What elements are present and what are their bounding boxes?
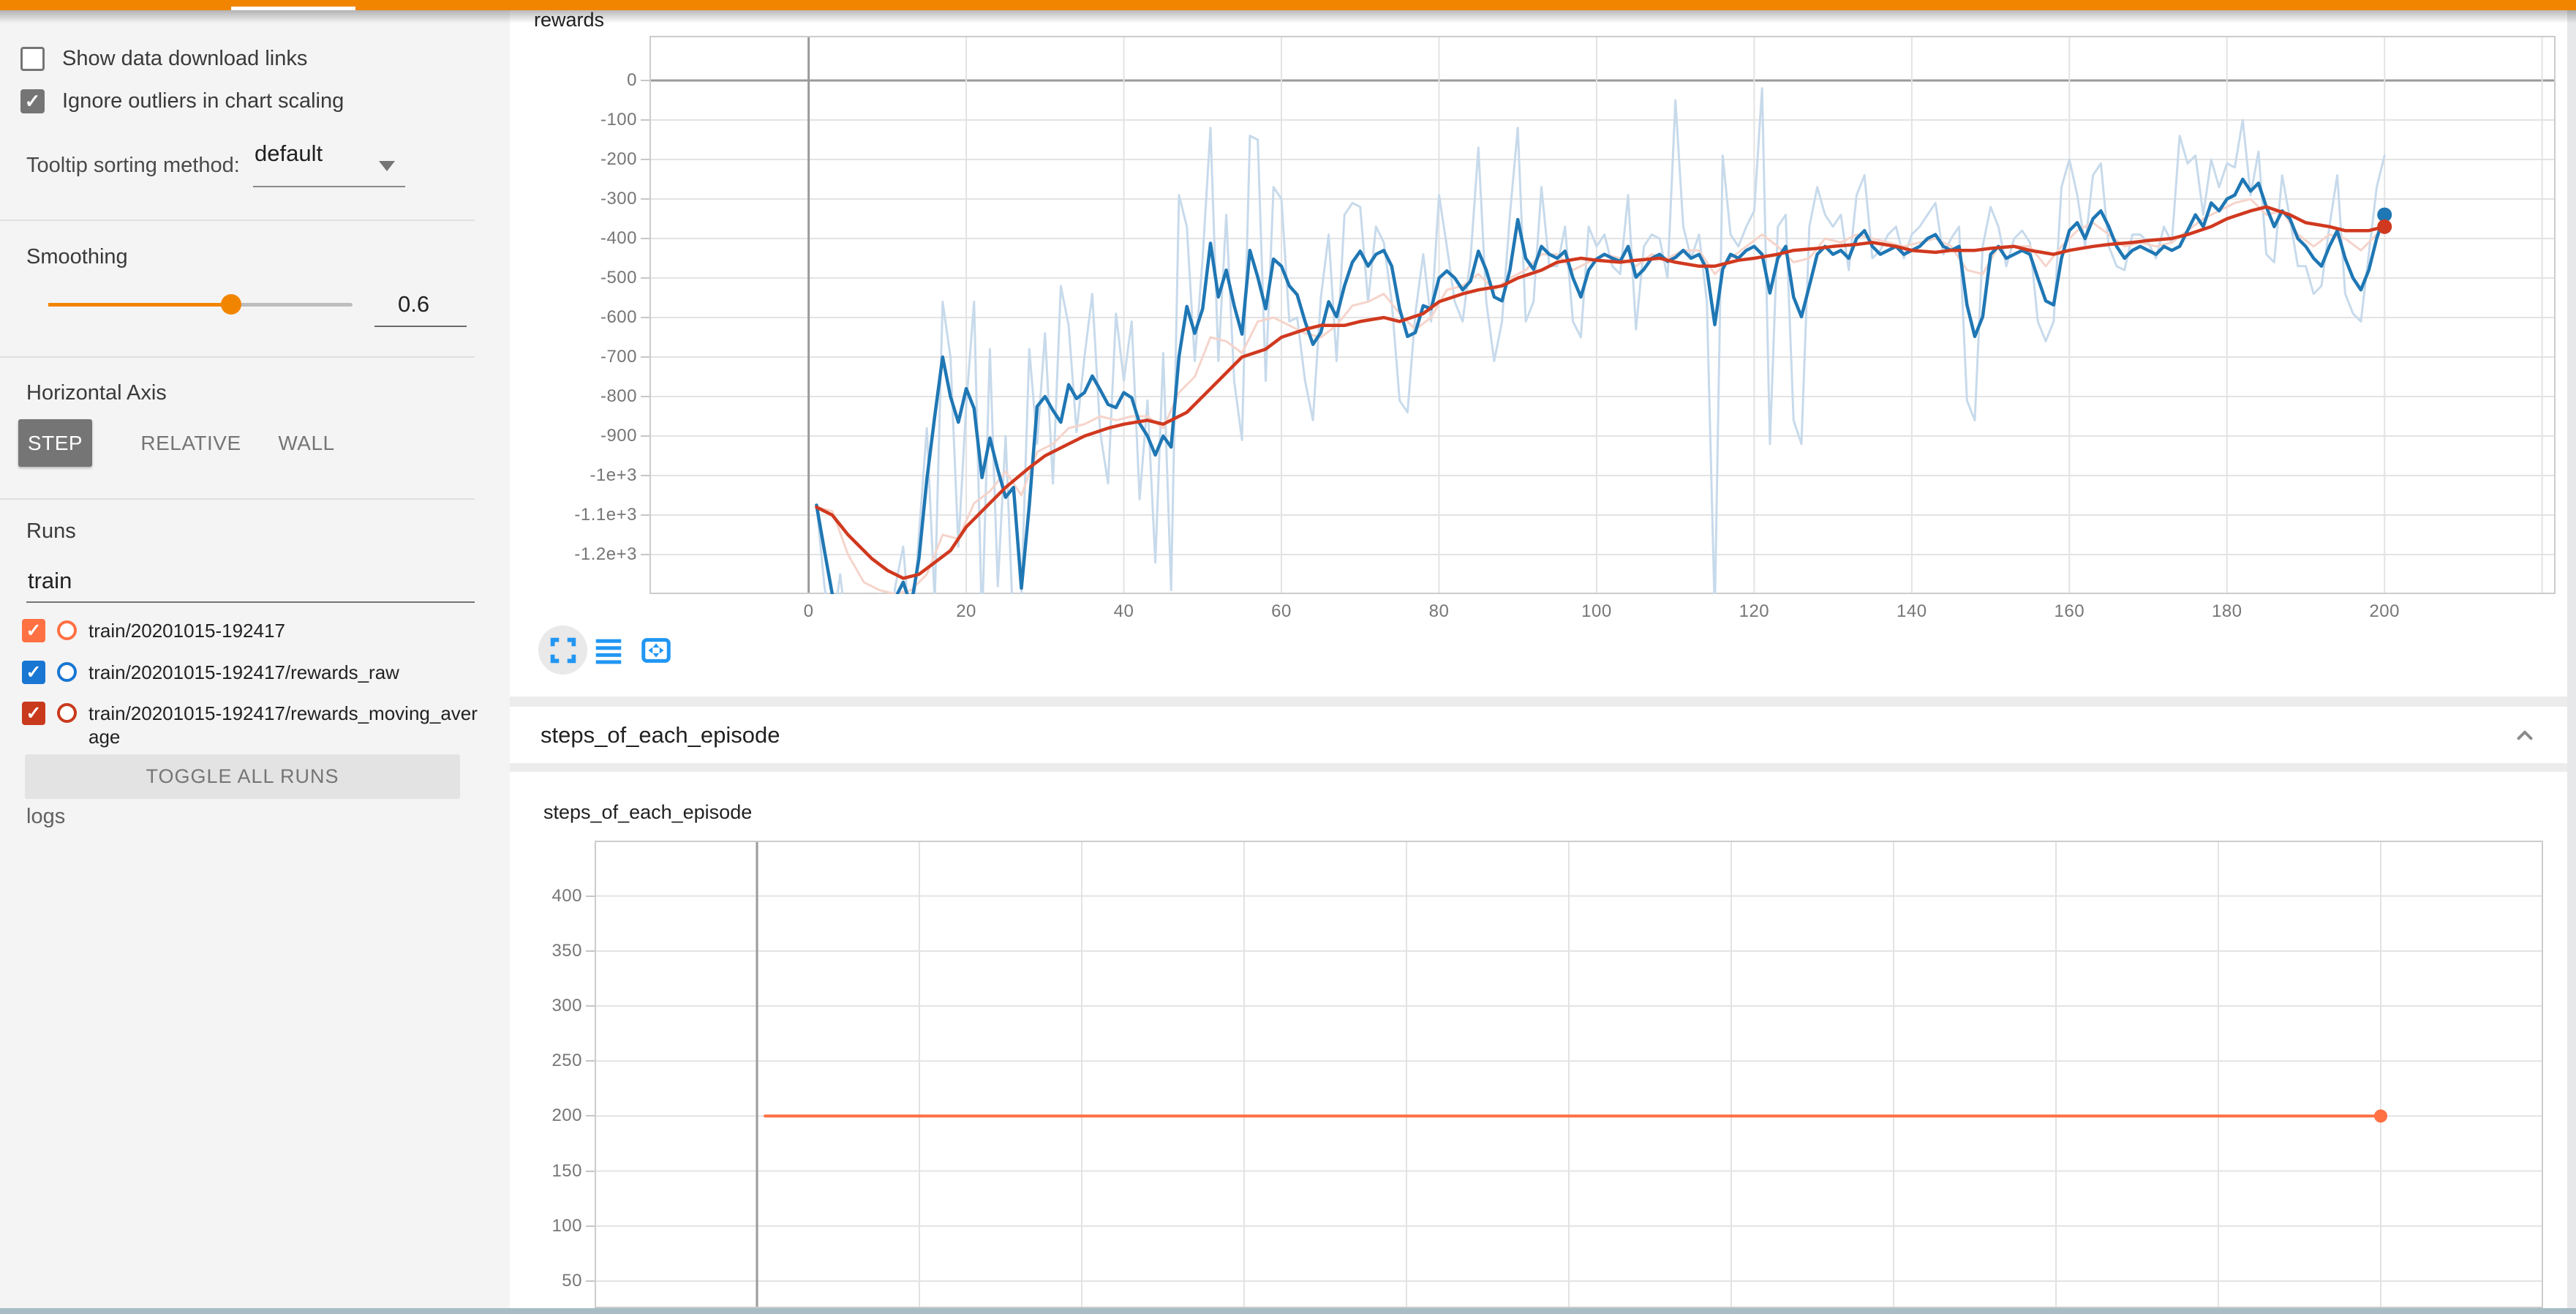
smoothing-value[interactable]: 0.6 — [398, 291, 429, 318]
x-tick-label: 160 — [2055, 601, 2085, 622]
toggle-all-runs-button[interactable]: TOGGLE ALL RUNS — [25, 754, 460, 799]
y-tick-label: 200 — [510, 1105, 595, 1127]
smoothing-slider[interactable] — [48, 303, 353, 307]
section-header-title: steps_of_each_episode — [541, 707, 780, 763]
sidebar: Show data download links ✓ Ignore outlie… — [0, 10, 510, 1308]
steps-plot[interactable] — [595, 841, 2543, 1308]
show-download-links-checkbox[interactable] — [20, 47, 45, 71]
steps-y-axis: 400 350 300 250 200 150 100 50 — [510, 841, 595, 1308]
rewards-card: rewards 0 -100 -200 -300 -400 -500 -600 -700 -80… — [510, 10, 2567, 697]
run-radio[interactable] — [57, 662, 77, 682]
run-row[interactable]: ✓ train/20201015-192417/rewards_raw — [22, 661, 399, 684]
x-tick-label: 80 — [1429, 601, 1450, 622]
app-toolbar — [0, 0, 2576, 10]
rewards-plot-svg[interactable] — [649, 36, 2556, 594]
y-tick-label: 150 — [510, 1160, 595, 1182]
x-tick-label: 20 — [956, 601, 976, 622]
run-checkbox[interactable]: ✓ — [22, 619, 45, 642]
y-tick-label: 100 — [510, 1215, 595, 1237]
axis-relative-button[interactable]: RELATIVE — [129, 419, 253, 467]
horizontal-axis-label: Horizontal Axis — [26, 381, 167, 405]
rewards-x-axis: 0 20 40 60 80 100 120 140 160 180 200 — [649, 597, 2556, 626]
tensorboard-screen: Show data download links ✓ Ignore outlie… — [0, 0, 2576, 1314]
active-tab-indicator — [231, 7, 355, 10]
x-tick-label: 60 — [1271, 601, 1292, 622]
x-tick-label: 0 — [804, 601, 814, 622]
rewards-plot[interactable] — [649, 36, 2556, 594]
run-row[interactable]: ✓ train/20201015-192417/rewards_moving_a… — [22, 702, 487, 748]
y-tick-label: -800 — [510, 386, 649, 408]
run-row[interactable]: ✓ train/20201015-192417 — [22, 619, 285, 642]
run-checkbox[interactable]: ✓ — [22, 702, 45, 725]
tooltip-sorting-label: Tooltip sorting method: — [26, 154, 240, 178]
y-tick-label: 250 — [510, 1050, 595, 1072]
tooltip-sorting-select[interactable]: default — [255, 140, 323, 167]
ignore-outliers-option[interactable]: ✓ Ignore outliers in chart scaling — [20, 89, 344, 113]
y-tick-label: -1.1e+3 — [510, 504, 649, 526]
y-tick-label: 50 — [510, 1270, 595, 1292]
ignore-outliers-checkbox[interactable]: ✓ — [20, 89, 45, 113]
chevron-down-icon[interactable] — [379, 161, 395, 171]
run-checkbox[interactable]: ✓ — [22, 661, 45, 684]
y-tick-label: -600 — [510, 307, 649, 328]
show-download-links-label: Show data download links — [62, 47, 307, 71]
smoothing-slider-fill — [48, 303, 231, 307]
runs-list-icon[interactable] — [592, 634, 625, 667]
chevron-up-icon[interactable] — [2512, 723, 2537, 748]
run-label: train/20201015-192417/rewards_moving_ave… — [88, 702, 487, 748]
fit-domain-icon[interactable] — [639, 634, 673, 667]
x-tick-label: 120 — [1739, 601, 1770, 622]
smoothing-slider-thumb[interactable] — [221, 294, 241, 315]
y-tick-label: -700 — [510, 346, 649, 368]
expand-chart-icon[interactable] — [546, 634, 580, 667]
smoothing-label: Smoothing — [26, 245, 128, 269]
y-tick-label: -400 — [510, 228, 649, 249]
logs-path-label: logs — [26, 805, 65, 829]
y-tick-label: 350 — [510, 940, 595, 962]
divider — [0, 219, 475, 221]
steps-plot-svg[interactable] — [595, 841, 2543, 1308]
rewards-chart-title: rewards — [534, 9, 604, 31]
y-tick-label: -900 — [510, 425, 649, 447]
bottom-edge-strip — [0, 1308, 2576, 1314]
divider — [0, 356, 475, 358]
axis-step-button[interactable]: STEP — [18, 419, 92, 467]
runs-label: Runs — [26, 519, 76, 544]
main-content: rewards 0 -100 -200 -300 -400 -500 -600 -700 -80… — [510, 10, 2567, 1308]
x-tick-label: 40 — [1114, 601, 1134, 622]
y-tick-label: -1.2e+3 — [510, 544, 649, 566]
smoothing-value-underline — [374, 326, 467, 327]
ignore-outliers-label: Ignore outliers in chart scaling — [62, 89, 344, 113]
run-radio[interactable] — [57, 620, 77, 640]
run-radio[interactable] — [57, 703, 77, 723]
rewards-y-axis: 0 -100 -200 -300 -400 -500 -600 -700 -800 -900 -1e… — [510, 36, 649, 594]
y-tick-label: 400 — [510, 885, 595, 907]
show-download-links-option[interactable]: Show data download links — [20, 47, 307, 71]
x-tick-label: 180 — [2212, 601, 2242, 622]
scrollbar-track[interactable] — [2567, 10, 2576, 1308]
y-tick-label: -200 — [510, 149, 649, 170]
x-tick-label: 100 — [1581, 601, 1612, 622]
y-tick-label: -300 — [510, 188, 649, 210]
y-tick-label: 0 — [510, 70, 649, 91]
y-tick-label: -100 — [510, 109, 649, 131]
run-label: train/20201015-192417/rewards_raw — [88, 661, 399, 684]
tooltip-sorting-underline — [253, 186, 405, 187]
axis-wall-button[interactable]: WALL — [266, 419, 347, 467]
y-tick-label: -1e+3 — [510, 465, 649, 487]
x-tick-label: 200 — [2369, 601, 2400, 622]
y-tick-label: -500 — [510, 267, 649, 289]
run-label: train/20201015-192417 — [88, 619, 285, 642]
y-tick-label: 300 — [510, 995, 595, 1017]
run-filter-input[interactable] — [26, 567, 436, 595]
divider — [0, 498, 475, 500]
x-tick-label: 140 — [1897, 601, 1927, 622]
steps-card: steps_of_each_episode 400 350 300 250 200 150… — [510, 772, 2567, 1308]
steps-chart-title: steps_of_each_episode — [543, 801, 752, 824]
run-filter-underline — [26, 601, 475, 603]
section-header-card[interactable]: steps_of_each_episode — [510, 707, 2567, 763]
